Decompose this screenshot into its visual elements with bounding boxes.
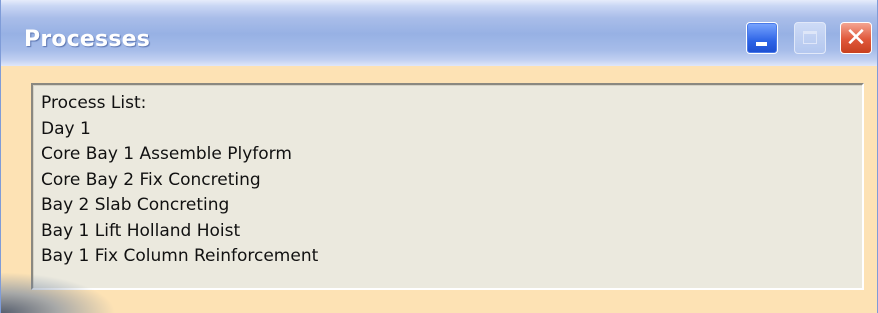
background-decoration <box>1 272 116 313</box>
title-bar[interactable]: Processes ✕ <box>1 0 877 66</box>
list-item[interactable]: Bay 1 Lift Holland Hoist <box>41 219 862 245</box>
maximize-button[interactable] <box>794 22 826 54</box>
list-item[interactable]: Bay 2 Slab Concreting <box>41 193 862 219</box>
list-item[interactable]: Day 1 <box>41 117 862 143</box>
close-button[interactable]: ✕ <box>840 22 872 54</box>
processes-window: Processes ✕ Process List: Day 1 Core Bay… <box>0 0 878 313</box>
list-item[interactable]: Core Bay 2 Fix Concreting <box>41 168 862 194</box>
window-title: Processes <box>24 27 151 52</box>
process-list-header: Process List: <box>41 93 147 113</box>
minimize-button[interactable] <box>746 22 778 54</box>
maximize-icon <box>803 31 817 44</box>
list-item[interactable]: Core Bay 1 Assemble Plyform <box>41 142 862 168</box>
process-list-box[interactable]: Process List: Day 1 Core Bay 1 Assemble … <box>31 83 864 290</box>
close-icon: ✕ <box>845 23 867 53</box>
minimize-icon <box>756 42 767 46</box>
list-item[interactable]: Bay 1 Fix Column Reinforcement <box>41 244 862 270</box>
